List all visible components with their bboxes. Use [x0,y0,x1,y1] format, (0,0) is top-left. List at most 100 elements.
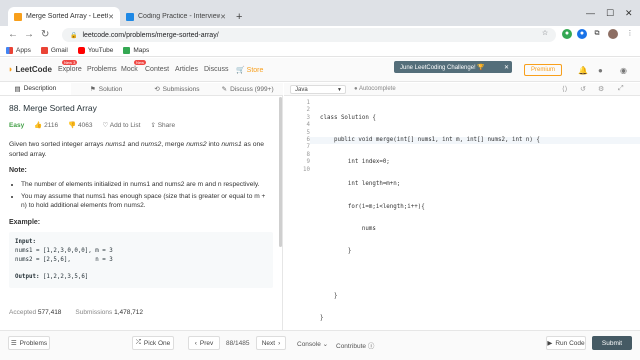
maximize-icon[interactable]: ☐ [606,8,614,19]
coins-icon[interactable]: ● [598,66,603,75]
tab-label: Description [23,85,57,92]
add-to-list-button[interactable]: ♡ Add to List [102,121,140,129]
note-heading: Note: [9,167,27,174]
stat-label: Accepted [9,309,37,316]
notifications-bell-icon[interactable]: 🔔 [578,66,588,75]
notes-list: The number of elements initialized in nu… [9,180,273,211]
leetcode-logo-icon: ◗ [8,64,14,74]
nav-store[interactable]: 🛒 Store [236,66,263,74]
tab-label: Discuss (999+) [230,85,274,93]
line-number: 4 [306,122,311,129]
user-avatar[interactable]: ◉ [620,66,627,75]
nav-contest[interactable]: Contest [145,66,169,73]
code-line: class Solution { [320,114,376,121]
example-input-label: Input: [15,238,36,245]
line-number: 8 [306,151,311,158]
tab-solution[interactable]: ⚑ Solution [71,83,142,95]
close-window-icon[interactable]: ✕ [625,8,633,19]
challenge-banner[interactable]: June LeetCoding Challenge! 🏆 ✕ [394,61,512,73]
nav-explore[interactable]: Explore [58,66,82,73]
profile-avatar[interactable] [608,29,618,39]
desc-var: nums1 [105,141,126,148]
bookmark-gmail[interactable]: Gmail [40,46,68,54]
console-label: Console [297,341,321,348]
close-tab-icon[interactable]: ✕ [108,13,114,21]
close-banner-icon[interactable]: ✕ [504,64,509,71]
pick-one-button[interactable]: ⤮ Pick One [132,336,174,350]
run-code-button[interactable]: ▶ Run Code [546,336,586,350]
autocomplete-toggle[interactable]: ● Autocomplete [354,86,396,92]
nav-discuss[interactable]: Discuss [204,66,229,73]
code-area[interactable]: class Solution { public void merge(int[]… [320,100,540,337]
desc-text: into [206,141,222,148]
dislike-button[interactable]: 👎 4063 [68,121,92,129]
nav-articles[interactable]: Articles [175,66,198,73]
nav-mock[interactable]: Mock [121,66,138,73]
tab-submissions[interactable]: ⟲ Submissions [142,83,213,95]
prev-button[interactable]: ‹ Prev [188,336,220,350]
next-button[interactable]: Next › [256,336,286,350]
new-tab-icon[interactable]: + [236,11,242,23]
chrome-menu-icon[interactable]: ⋮ [625,29,635,39]
forward-icon[interactable]: → [24,29,34,41]
discuss-icon: ✎ [221,86,228,93]
tab-description[interactable]: ▤ Description [0,83,71,95]
chevron-down-icon: ▼ [337,86,342,93]
code-line: int index=0; [320,159,390,166]
code-line: } [320,292,338,299]
bookmark-youtube[interactable]: YouTube [77,46,113,54]
info-icon: ⓘ [367,343,375,350]
nav-problems[interactable]: Problems [87,66,117,73]
code-editor-panel: Java ▼ ● Autocomplete ⟨⟩ ↺ ⚙ ⤢ 1 2 3 4 5 … [284,83,640,330]
reset-icon[interactable]: ↺ [580,85,586,93]
share-button[interactable]: ⇪ Share [150,121,175,129]
button-label: Submit [601,339,623,347]
star-icon[interactable]: ☆ [540,29,550,39]
extensions-puzzle-icon[interactable]: ⧉ [592,29,602,39]
example-output: Output: [1,2,2,3,5,6] [15,273,267,282]
line-numbers: 1 2 3 4 5 6 7 8 9 10 [284,100,310,174]
submissions-stat: Submissions 1,478,712 [75,309,143,316]
problem-meta: Easy 👍 2116 👎 4063 ♡ Add to List ⇪ Share [9,121,273,130]
line-number: 10 [303,166,310,173]
line-number: 6 [306,137,311,144]
tab-discuss[interactable]: ✎ Discuss (999+) [212,83,283,95]
browser-tab-leetcode[interactable]: Merge Sorted Array - LeetCode ✕ [8,7,120,26]
button-label: Prev [199,339,214,347]
extension-icon[interactable]: ● [577,29,587,39]
submit-button[interactable]: Submit [592,336,632,350]
explore-badge: New 3 [62,60,78,65]
extension-icon[interactable]: ● [562,29,572,39]
heart-icon: ♡ [102,122,110,129]
premium-button[interactable]: Premium [524,64,562,76]
console-toggle[interactable]: Console ⌄ [297,340,328,348]
problems-button[interactable]: ☰ Problems [8,336,50,350]
code-icon[interactable]: ⟨⟩ [562,85,567,93]
bottom-bar: ☰ Problems ⤮ Pick One ‹ Prev 88/1485 Next › … [0,330,640,360]
add-to-list-label: Add to List [109,122,141,129]
desc-var: nums2 [140,141,162,148]
fullscreen-icon[interactable]: ⤢ [618,85,624,93]
scrollbar[interactable] [279,97,282,247]
back-icon[interactable]: ← [8,29,18,41]
close-tab-icon[interactable]: ✕ [220,13,226,21]
maps-icon [123,46,131,54]
browser-tab-interviewbit[interactable]: Coding Practice - InterviewBit ✕ [120,7,232,26]
like-button[interactable]: 👍 2116 [34,121,58,129]
leetcode-navbar: ◗ LeetCode Explore New 3 Problems Mock N… [0,58,640,82]
leetcode-logo[interactable]: ◗ LeetCode [8,64,52,74]
line-number: 7 [306,144,311,151]
reload-icon[interactable]: ↻ [41,29,49,41]
problem-statement: Given two sorted integer arrays nums1 an… [9,140,273,159]
chevron-right-icon: › [278,339,281,347]
minimize-icon[interactable]: — [586,8,595,18]
like-count: 2116 [44,122,59,129]
editor-toolbar: Java ▼ ● Autocomplete ⟨⟩ ↺ ⚙ ⤢ [284,83,640,96]
address-bar[interactable]: 🔒 leetcode.com/problems/merge-sorted-arr… [62,28,556,42]
bookmark-apps[interactable]: Apps [6,46,31,54]
settings-icon[interactable]: ⚙ [598,85,604,93]
language-select[interactable]: Java ▼ [290,85,346,94]
contribute-button[interactable]: Contribute ⓘ [336,340,374,350]
bookmark-maps[interactable]: Maps [123,46,149,54]
